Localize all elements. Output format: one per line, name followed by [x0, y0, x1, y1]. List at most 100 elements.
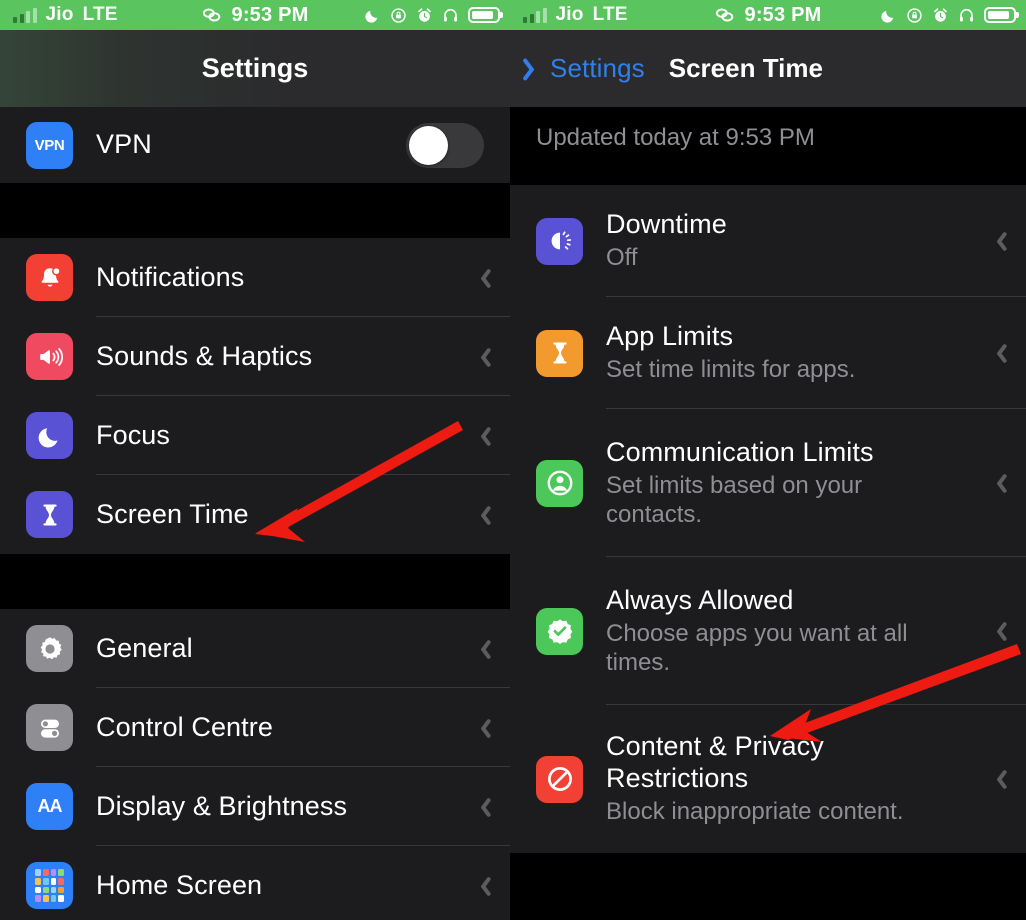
- list-item-subtitle: Set time limits for apps.: [606, 356, 856, 384]
- row-body: Sounds & Haptics: [73, 341, 477, 372]
- sidebar-item-label: Sounds & Haptics: [96, 340, 313, 371]
- status-bar-right-cluster: [880, 7, 1026, 24]
- row-body: Notifications: [73, 262, 477, 293]
- toggle-knob: [409, 125, 448, 165]
- focus-moon-icon: [26, 412, 73, 459]
- list-item-subtitle: Off: [606, 244, 638, 272]
- sidebar-item-screen-time[interactable]: Screen Time: [0, 475, 510, 554]
- page-title-settings: Settings: [201, 53, 309, 83]
- row-body: Screen Time: [73, 499, 477, 530]
- sidebar-item-label: General: [96, 632, 193, 663]
- battery-icon: [984, 7, 1016, 23]
- row-body: Communication Limits Set limits based on…: [583, 437, 993, 530]
- network-type-label: LTE: [592, 4, 628, 25]
- section-gap: [0, 554, 510, 609]
- sidebar-item-focus[interactable]: Focus: [0, 396, 510, 475]
- chevron-right-icon: [477, 875, 490, 897]
- control-centre-toggles-icon: [26, 704, 73, 751]
- sidebar-item-label: Focus: [96, 419, 171, 450]
- list-item-title: Downtime: [606, 208, 727, 239]
- chevron-right-icon: [993, 472, 1006, 494]
- sidebar-item-display-brightness[interactable]: AA Display & Brightness: [0, 767, 510, 846]
- chevron-right-icon: [993, 768, 1006, 790]
- row-body: Always Allowed Choose apps you want at a…: [583, 585, 993, 678]
- app-limits-hourglass-icon: [536, 329, 583, 377]
- status-bar-left-cluster: Jio LTE: [510, 4, 628, 26]
- list-item-title: Always Allowed: [606, 584, 794, 615]
- dual-screenshot-composite: Jio LTE 9:53 PM Settings VPN VPN Notific…: [0, 0, 1026, 920]
- status-bar-clock: 9:53 PM: [744, 3, 822, 26]
- page-title-screen-time: Screen Time: [668, 53, 823, 83]
- always-allowed-check-icon: [536, 607, 583, 655]
- moon-icon: [364, 7, 381, 24]
- communication-limits-person-icon: [536, 459, 583, 507]
- rotation-lock-icon: [906, 7, 923, 24]
- vpn-toggle[interactable]: [406, 122, 484, 168]
- status-bar-right: Jio LTE 9:53 PM: [510, 0, 1026, 30]
- screen-time-group: Downtime Off App Limits Set time limits …: [510, 185, 1026, 853]
- headphones-icon: [442, 7, 459, 24]
- chevron-right-icon: [477, 504, 490, 526]
- row-body: Downtime Off: [583, 209, 993, 273]
- list-item-subtitle: Set limits based on your contacts.: [606, 471, 863, 528]
- general-gear-icon: [26, 625, 73, 672]
- chevron-right-icon: [477, 425, 490, 447]
- sidebar-item-label: VPN: [96, 129, 152, 160]
- settings-group-vpn: VPN VPN: [0, 107, 510, 183]
- list-item-title: Communication Limits: [606, 436, 874, 467]
- cellular-bars-icon: [13, 7, 37, 23]
- list-item-title: App Limits: [606, 320, 734, 351]
- chevron-left-icon: [528, 56, 543, 82]
- list-item-subtitle: Choose apps you want at all times.: [606, 619, 908, 676]
- status-bar-left: Jio LTE 9:53 PM: [0, 0, 510, 30]
- list-item-app-limits[interactable]: App Limits Set time limits for apps.: [510, 297, 1026, 409]
- status-bar-left-cluster: Jio LTE: [0, 4, 118, 26]
- right-panel-screen-time: Jio LTE 9:53 PM Settings Screen Time Upd…: [510, 0, 1026, 920]
- sidebar-item-label: Screen Time: [96, 498, 249, 529]
- chevron-right-icon: [477, 267, 490, 289]
- vpn-icon-label: VPN: [34, 136, 65, 154]
- sidebar-item-vpn[interactable]: VPN VPN: [0, 107, 510, 183]
- settings-group-main: Notifications Sounds & Haptics Focus Scr…: [0, 238, 510, 554]
- display-icon-label: AA: [37, 796, 63, 816]
- back-button-settings[interactable]: Settings: [510, 53, 645, 84]
- moon-icon: [880, 7, 897, 24]
- notifications-bell-icon: [26, 254, 73, 301]
- sidebar-item-control-centre[interactable]: Control Centre: [0, 688, 510, 767]
- sidebar-item-label: Home Screen: [96, 869, 263, 900]
- home-screen-grid-icon: [26, 862, 73, 909]
- carrier-label: Jio: [555, 4, 584, 25]
- sidebar-item-notifications[interactable]: Notifications: [0, 238, 510, 317]
- status-bar-right-cluster: [364, 7, 510, 24]
- carrier-label: Jio: [45, 4, 74, 25]
- list-item-communication-limits[interactable]: Communication Limits Set limits based on…: [510, 409, 1026, 557]
- row-body: App Limits Set time limits for apps.: [583, 321, 993, 385]
- sidebar-item-general[interactable]: General: [0, 609, 510, 688]
- chevron-right-icon: [477, 346, 490, 368]
- list-item-downtime[interactable]: Downtime Off: [510, 185, 1026, 297]
- chevron-right-icon: [477, 796, 490, 818]
- alarm-clock-icon: [416, 7, 433, 24]
- list-item-always-allowed[interactable]: Always Allowed Choose apps you want at a…: [510, 557, 1026, 705]
- network-type-label: LTE: [82, 4, 118, 25]
- navbar-settings: Settings: [0, 30, 510, 107]
- sidebar-item-home-screen[interactable]: Home Screen: [0, 846, 510, 920]
- status-bar-clock: 9:53 PM: [231, 3, 309, 26]
- row-body: General: [73, 633, 477, 664]
- chevron-right-icon: [477, 638, 490, 660]
- status-bar-time-cluster: 9:53 PM: [202, 4, 309, 27]
- left-panel-settings: Jio LTE 9:53 PM Settings VPN VPN Notific…: [0, 0, 510, 920]
- sidebar-item-sounds-haptics[interactable]: Sounds & Haptics: [0, 317, 510, 396]
- row-body: Content & Privacy Restrictions Block ina…: [583, 731, 993, 826]
- list-item-subtitle: Block inappropriate content.: [606, 797, 904, 825]
- list-item-title: Content & Privacy Restrictions: [606, 731, 824, 793]
- settings-group-system: General Control Centre AA Display & Brig…: [0, 609, 510, 920]
- status-bar-time-cluster: 9:53 PM: [715, 4, 822, 27]
- screen-time-hourglass-icon: [26, 491, 73, 538]
- list-item-content-privacy-restrictions[interactable]: Content & Privacy Restrictions Block ina…: [510, 705, 1026, 853]
- alarm-clock-icon: [932, 7, 949, 24]
- chevron-right-icon: [993, 230, 1006, 252]
- row-body: Focus: [73, 420, 477, 451]
- chain-link-icon: [715, 7, 737, 23]
- row-body: Control Centre: [73, 712, 477, 743]
